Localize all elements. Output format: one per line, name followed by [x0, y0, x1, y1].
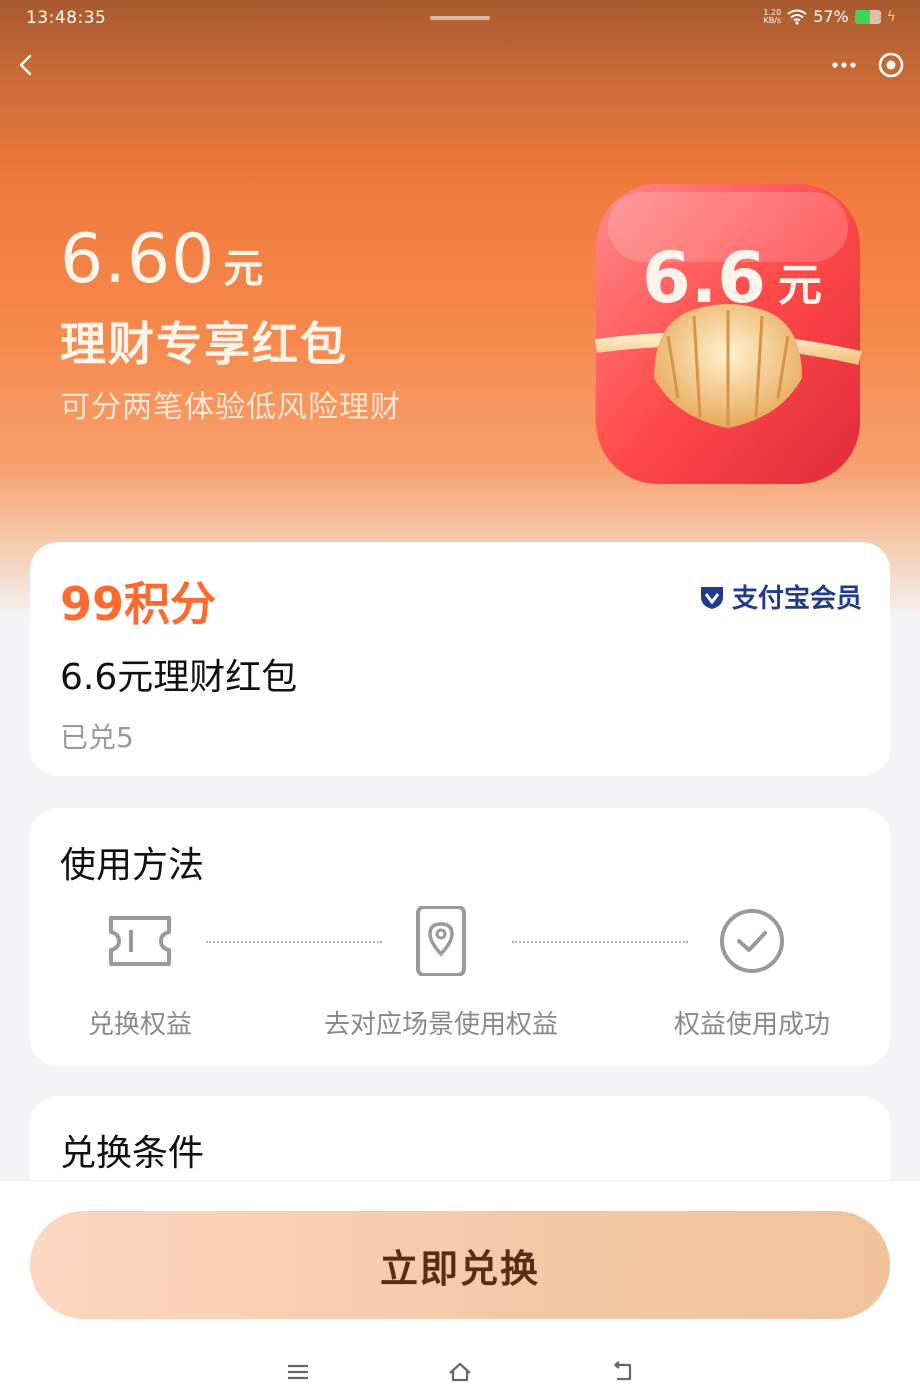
- step-label: 权益使用成功: [673, 1010, 830, 1040]
- redeemed-count: 已兑5: [60, 721, 134, 754]
- status-time: 13:48:35: [26, 8, 107, 28]
- status-indicators: 1.20 KB/s 57% ϟ: [763, 7, 896, 26]
- battery-icon: [854, 9, 881, 24]
- ticket-icon: [109, 916, 171, 966]
- status-bar: 13:48:35 1.20 KB/s 57% ϟ: [0, 0, 920, 36]
- step-redeem: 兑换权益: [80, 906, 200, 1041]
- step-label: 兑换权益: [87, 1010, 192, 1040]
- hero-amount: 6.60 元: [60, 220, 265, 299]
- top-handle: [430, 16, 490, 20]
- redeem-now-button[interactable]: 立即兑换: [30, 1211, 890, 1319]
- product-name: 6.6元理财红包: [60, 657, 298, 698]
- check-circle-icon: [720, 909, 784, 973]
- home-icon[interactable]: [447, 1359, 473, 1385]
- menu-icon[interactable]: [285, 1359, 311, 1385]
- step-label: 去对应场景使用权益: [323, 1010, 558, 1040]
- packet-amount: 6.6: [642, 237, 766, 319]
- step-use: 去对应场景使用权益: [316, 905, 566, 1041]
- brand-label: 支付宝会员: [731, 584, 862, 614]
- hero-banner: 13:48:35 1.20 KB/s 57% ϟ 6.60 元 理财专享红包 可…: [0, 0, 920, 620]
- alipay-member-icon: [700, 586, 723, 609]
- battery-percent: 57%: [813, 7, 849, 26]
- usage-card: 使用方法 兑换权益 去对应场景使用权益 权益使用成功: [30, 808, 890, 1066]
- packet-unit: 元: [778, 260, 822, 311]
- charging-icon: ϟ: [886, 8, 896, 25]
- phone-location-icon: [416, 905, 466, 977]
- hero-title: 理财专享红包: [60, 317, 348, 371]
- red-packet-illustration: 6.6 元: [595, 184, 862, 484]
- network-speed: 1.20 KB/s: [763, 7, 782, 25]
- system-back-icon[interactable]: [610, 1359, 636, 1385]
- close-miniapp-icon[interactable]: [876, 50, 906, 80]
- nav-bar: [0, 40, 920, 90]
- brand-badge: 支付宝会员: [698, 578, 862, 615]
- hero-subtitle: 可分两笔体验低风险理财: [60, 390, 401, 425]
- step-success: 权益使用成功: [662, 906, 842, 1041]
- conditions-title: 兑换条件: [60, 1133, 205, 1174]
- bottom-action-bar: 立即兑换: [0, 1180, 920, 1400]
- usage-title: 使用方法: [60, 845, 205, 886]
- back-icon[interactable]: [12, 50, 42, 80]
- more-icon[interactable]: [830, 52, 858, 78]
- points-price: 99积分: [60, 577, 217, 631]
- wifi-icon: [787, 9, 807, 25]
- product-card: 99积分 支付宝会员 6.6元理财红包 已兑5: [30, 542, 890, 776]
